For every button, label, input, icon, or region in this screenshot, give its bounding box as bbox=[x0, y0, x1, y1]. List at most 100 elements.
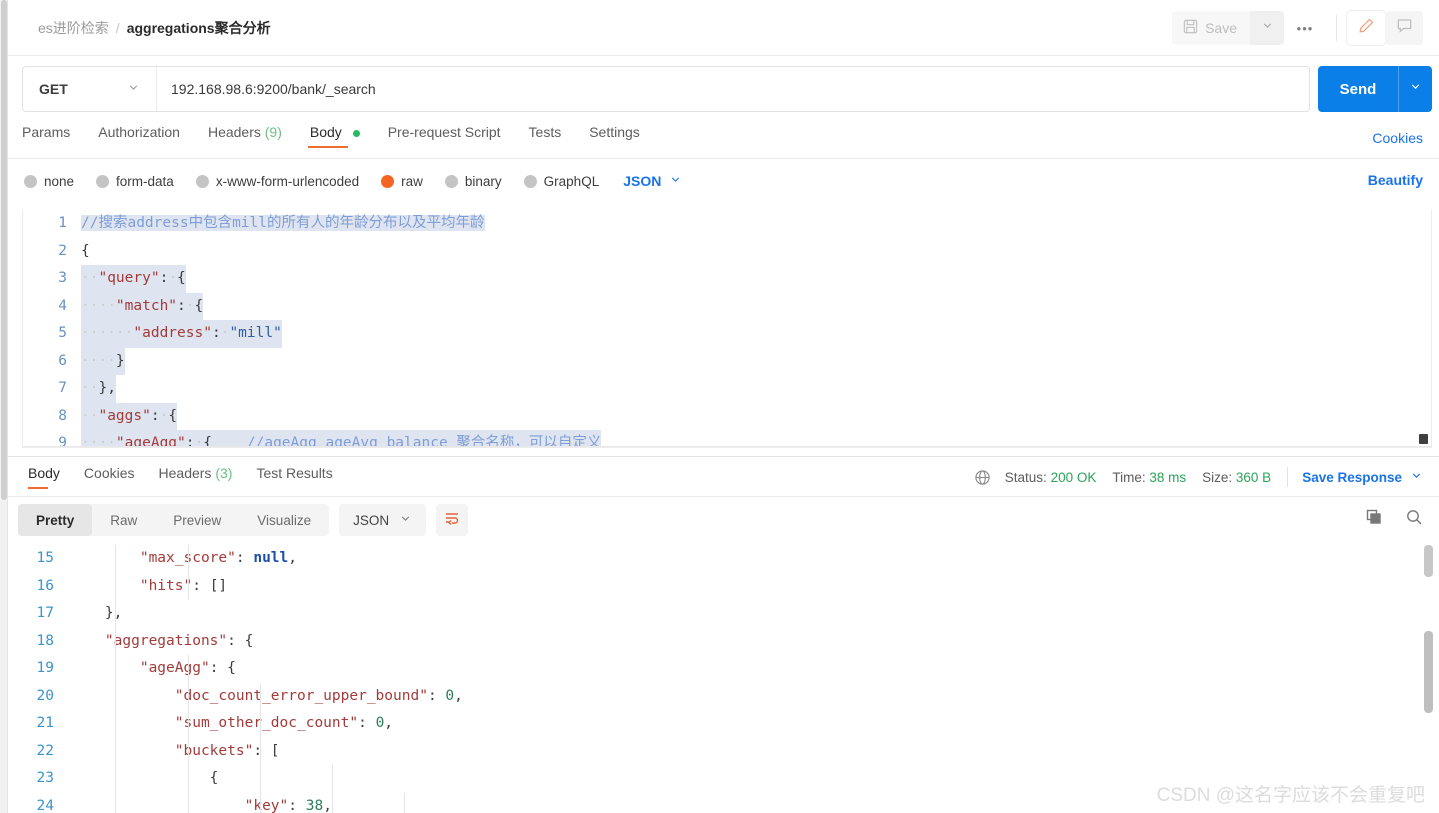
save-icon bbox=[1183, 19, 1198, 37]
copy-icon[interactable] bbox=[1365, 508, 1383, 531]
response-tab-headers[interactable]: Headers (3) bbox=[147, 465, 245, 491]
left-rail-scrollbar[interactable] bbox=[1, 0, 7, 500]
beautify-link[interactable]: Beautify bbox=[1368, 172, 1423, 188]
radio-icon bbox=[96, 174, 110, 188]
tab-headers[interactable]: Headers (9) bbox=[194, 124, 296, 150]
tab-settings[interactable]: Settings bbox=[575, 124, 654, 150]
save-dropdown-button[interactable] bbox=[1250, 11, 1284, 45]
response-scrollbar-thumb[interactable] bbox=[1424, 631, 1433, 713]
status-label: Status: bbox=[1004, 469, 1047, 485]
line-number: 15 bbox=[36, 550, 54, 566]
size-item: Size: 360 B bbox=[1202, 470, 1271, 485]
view-mode-raw[interactable]: Raw bbox=[92, 504, 155, 536]
request-url-bar: GET 192.168.98.6:9200/bank/_search bbox=[22, 66, 1310, 112]
body-present-dot-icon bbox=[352, 129, 360, 137]
line-content: //搜索address中包含mill的所有人的年龄分布以及平均年龄 bbox=[81, 215, 485, 231]
http-method-select[interactable]: GET bbox=[23, 67, 157, 111]
raw-format-select[interactable]: JSON bbox=[623, 173, 682, 189]
code-line: 2 { bbox=[23, 238, 1431, 266]
body-type-form-data[interactable]: form-data bbox=[96, 174, 174, 189]
code-line: 4 ····"match":·{ bbox=[23, 292, 1431, 320]
body-type-none[interactable]: none bbox=[24, 174, 74, 189]
line-content: "buckets": [ bbox=[70, 737, 280, 765]
save-button[interactable]: Save bbox=[1172, 11, 1250, 45]
code-line: 17 }, bbox=[8, 600, 1439, 628]
response-tab-body[interactable]: Body bbox=[28, 465, 72, 491]
radio-icon bbox=[195, 174, 209, 188]
tab-label: Body bbox=[28, 465, 60, 481]
response-format-select[interactable]: JSON bbox=[339, 504, 427, 536]
body-type-raw[interactable]: raw bbox=[381, 174, 423, 189]
editor-scrollbar-track[interactable] bbox=[1419, 212, 1428, 431]
save-label: Save bbox=[1205, 20, 1237, 36]
code-line: 7 ··}, bbox=[23, 375, 1431, 403]
comment-icon bbox=[1396, 17, 1413, 39]
edit-button[interactable] bbox=[1347, 11, 1385, 45]
line-number: 4 bbox=[58, 297, 67, 314]
size-label: Size: bbox=[1202, 469, 1233, 485]
response-code: 15 "max_score": null, 16 "hits": [] 17 }… bbox=[8, 545, 1439, 813]
response-tab-cookies[interactable]: Cookies bbox=[72, 465, 147, 491]
comment-button[interactable] bbox=[1385, 11, 1423, 45]
code-line: 5 ······"address":·"mill" bbox=[23, 320, 1431, 348]
breadcrumb-current[interactable]: aggregations聚合分析 bbox=[127, 18, 271, 38]
url-input[interactable]: 192.168.98.6:9200/bank/_search bbox=[157, 67, 1309, 111]
body-type-graphql[interactable]: GraphQL bbox=[523, 174, 599, 189]
response-scrollbar-thumb-top[interactable] bbox=[1424, 545, 1433, 577]
line-number: 2 bbox=[58, 242, 67, 259]
line-content: ······"address":·"mill" bbox=[81, 320, 282, 348]
response-view-modes: Pretty Raw Preview Visualize bbox=[18, 504, 330, 536]
body-type-binary[interactable]: binary bbox=[444, 174, 502, 189]
response-status-bar: Status: 200 OK Time: 38 ms Size: 360 B S… bbox=[974, 467, 1423, 487]
tab-label: Settings bbox=[589, 124, 640, 140]
header-bar: es进阶检索 / aggregations聚合分析 Save ••• bbox=[8, 0, 1439, 56]
send-dropdown-button[interactable] bbox=[1398, 66, 1432, 112]
tab-body[interactable]: Body bbox=[296, 124, 374, 150]
response-body-viewer[interactable]: 15 "max_score": null, 16 "hits": [] 17 }… bbox=[8, 545, 1439, 813]
code-line: 3 ··"query":·{ bbox=[23, 265, 1431, 293]
code-line: 6 ····} bbox=[23, 347, 1431, 375]
left-rail bbox=[0, 0, 8, 813]
code-line: 18 "aggregations": { bbox=[8, 627, 1439, 655]
tab-tests[interactable]: Tests bbox=[515, 124, 576, 150]
line-number: 6 bbox=[58, 352, 67, 369]
tab-params[interactable]: Params bbox=[22, 124, 84, 150]
line-number: 1 bbox=[58, 215, 67, 231]
code-line: 1 //搜索address中包含mill的所有人的年龄分布以及平均年龄 bbox=[23, 210, 1431, 238]
tab-label: Headers bbox=[158, 465, 212, 481]
line-number: 18 bbox=[36, 632, 54, 649]
time-value: 38 ms bbox=[1149, 469, 1187, 485]
word-wrap-toggle[interactable] bbox=[436, 504, 469, 536]
body-type-urlencoded[interactable]: x-www-form-urlencoded bbox=[195, 174, 359, 189]
view-mode-pretty[interactable]: Pretty bbox=[18, 504, 93, 536]
response-tools bbox=[1365, 508, 1423, 531]
line-number: 16 bbox=[36, 577, 54, 594]
breadcrumb-parent[interactable]: es进阶检索 bbox=[38, 18, 109, 38]
ellipsis-icon: ••• bbox=[1296, 20, 1314, 36]
tab-label: Body bbox=[309, 124, 342, 140]
radio-icon bbox=[444, 174, 458, 188]
status-value: 200 OK bbox=[1050, 469, 1097, 485]
code-line: 8 ··"aggs":·{ bbox=[23, 402, 1431, 430]
body-type-row: none form-data x-www-form-urlencoded raw… bbox=[24, 168, 682, 194]
view-mode-preview[interactable]: Preview bbox=[155, 504, 239, 536]
save-response-button[interactable]: Save Response bbox=[1302, 469, 1423, 485]
response-tab-test-results[interactable]: Test Results bbox=[244, 465, 344, 491]
send-button[interactable]: Send bbox=[1318, 66, 1398, 112]
raw-format-label: JSON bbox=[623, 173, 662, 189]
request-body-editor[interactable]: 1 //搜索address中包含mill的所有人的年龄分布以及平均年龄 2 { … bbox=[22, 210, 1432, 448]
line-content: ··}, bbox=[81, 375, 116, 403]
send-button-group: Send bbox=[1318, 66, 1432, 112]
editor-scrollbar-thumb[interactable] bbox=[1419, 434, 1428, 444]
cookies-link[interactable]: Cookies bbox=[1372, 130, 1423, 146]
chevron-down-icon bbox=[1410, 469, 1423, 485]
view-mode-visualize[interactable]: Visualize bbox=[239, 504, 329, 536]
line-number: 21 bbox=[36, 715, 54, 731]
line-content: "ageAgg": { bbox=[70, 655, 236, 683]
code-line: 15 "max_score": null, bbox=[8, 545, 1439, 573]
search-icon[interactable] bbox=[1405, 508, 1423, 531]
tab-authorization[interactable]: Authorization bbox=[84, 124, 194, 150]
wrap-text-icon bbox=[443, 509, 461, 532]
tab-pre-request-script[interactable]: Pre-request Script bbox=[374, 124, 515, 150]
more-options-button[interactable]: ••• bbox=[1284, 11, 1326, 45]
